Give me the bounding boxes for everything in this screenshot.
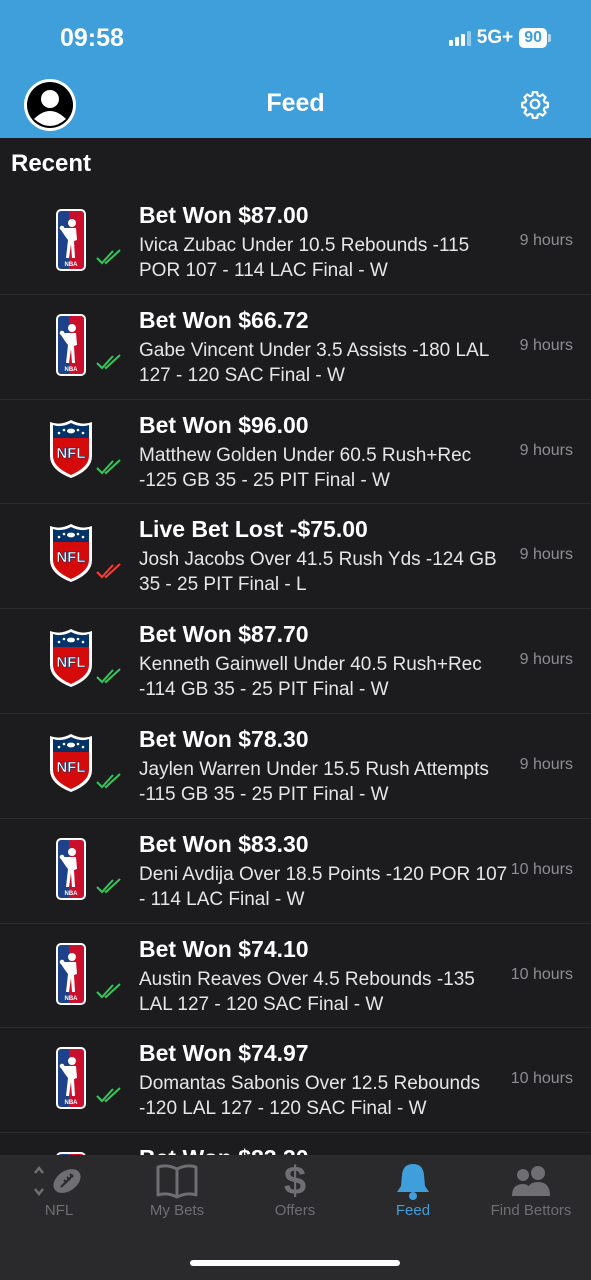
book-icon (118, 1160, 236, 1202)
tab-nfl[interactable]: NFL (0, 1160, 118, 1230)
bet-title: Bet Won $87.70 (139, 621, 309, 648)
feed-item[interactable]: NFL Bet Won $96.00 Matthew Golden Under 6… (0, 399, 591, 505)
bet-timestamp: 9 hours (519, 232, 573, 249)
feed-item[interactable]: NFL Bet Won $78.30 Jaylen Warren Under 15… (0, 713, 591, 819)
won-check-icon (96, 772, 122, 790)
svg-text:NFL: NFL (56, 759, 85, 776)
bet-description: Domantas Sabonis Over 12.5 Rebounds -120… (139, 1073, 481, 1120)
svg-text:NFL: NFL (56, 445, 85, 462)
battery-level: 90 (519, 28, 547, 48)
battery-icon: 90 (519, 28, 551, 48)
nba-logo-icon: NBA (46, 942, 96, 1008)
feed-item[interactable]: NBA Bet Won $83.30 Deni Avdija Over 18.5 … (0, 818, 591, 924)
tab-label: NFL (44, 1202, 74, 1219)
bet-title: Bet Won $83.30 (139, 830, 309, 857)
bet-title: Bet Won $74.10 (139, 935, 309, 962)
svg-text:NFL: NFL (56, 654, 85, 671)
nfl-logo-icon: NFL (46, 627, 96, 693)
bet-title: Live Bet Lost -$75.00 (139, 516, 368, 543)
won-check-icon (96, 667, 122, 685)
won-check-icon (96, 248, 122, 266)
settings-gear-icon[interactable] (520, 89, 550, 119)
won-check-icon (96, 353, 122, 371)
nba-logo-icon: NBA (46, 1046, 96, 1112)
bet-timestamp: 9 hours (519, 651, 573, 669)
won-check-icon (96, 458, 122, 476)
lost-check-icon (96, 562, 122, 580)
bet-description: Ivica Zubac Under 10.5 Rebounds -115 POR… (139, 235, 470, 281)
svg-text:NFL: NFL (56, 549, 85, 566)
feed-item[interactable]: NBA Bet Won $66.72 Gabe Vincent Under 3.5… (0, 294, 591, 400)
bet-timestamp: 10 hours (510, 965, 573, 983)
bet-description: Deni Avdija Over 18.5 Points -120 POR 10… (139, 863, 508, 910)
bet-title: Bet Won $74.97 (139, 1040, 309, 1067)
bet-title: Bet Won $87.00 (139, 202, 309, 228)
feed-item[interactable]: NBA Bet Won $74.97 Domantas Sabonis Over … (0, 1028, 591, 1134)
bet-description: Austin Reaves Over 4.5 Rebounds -135 LAL… (139, 968, 475, 1015)
feed-item[interactable]: NBA Bet Won $74.10 Austin Reaves Over 4.5… (0, 923, 591, 1029)
nfl-logo-icon: NFL (46, 522, 96, 588)
bell-icon (354, 1160, 472, 1202)
nfl-logo-icon: NFL (46, 418, 96, 484)
bet-timestamp: 10 hours (510, 1070, 573, 1088)
bet-timestamp: 9 hours (519, 336, 573, 354)
feed-item[interactable]: NFL Live Bet Lost -$75.00 Josh Jacobs Ove… (0, 504, 591, 610)
tab-my-bets[interactable]: My Bets (118, 1160, 236, 1230)
feed-list[interactable]: NBA Bet Won $87.00 Ivica Zubac Under 10.5… (0, 190, 591, 1155)
nba-logo-icon: NBA (46, 313, 96, 379)
bet-description: Jaylen Warren Under 15.5 Rush Attempts -… (139, 758, 489, 805)
tab-feed[interactable]: Feed (354, 1160, 472, 1230)
tab-label: Find Bettors (490, 1202, 572, 1219)
nfl-logo-icon: NFL (46, 732, 96, 798)
bet-title: Bet Won $66.72 (139, 306, 309, 333)
users-icon (472, 1160, 590, 1202)
page-title: Feed (266, 89, 325, 117)
app-header: 09:58 5G+ 90 Feed (0, 0, 591, 138)
dollar-icon: $ (283, 1159, 307, 1203)
svg-text:NBA: NBA (65, 1100, 79, 1106)
bet-timestamp: 10 hours (510, 860, 573, 878)
network-type: 5G+ (476, 27, 514, 48)
status-time: 09:58 (60, 24, 124, 52)
tab-label: Offers (274, 1202, 316, 1219)
bet-title: Bet Won $96.00 (139, 411, 309, 438)
section-title-recent: Recent (11, 150, 92, 177)
tab-label: Feed (395, 1202, 431, 1219)
feed-item[interactable]: NBA Bet Won $87.00 Ivica Zubac Under 10.5… (0, 190, 591, 295)
signal-icon (448, 30, 471, 46)
bet-title: Bet Won $83.30 (139, 1145, 309, 1155)
svg-text:NBA: NBA (65, 891, 79, 897)
feed-item[interactable]: NFL Bet Won $87.70 Kenneth Gainwell Under… (0, 609, 591, 714)
svg-text:NBA: NBA (65, 262, 79, 268)
nba-logo-icon: NBA (46, 837, 96, 903)
tab-find-bettors[interactable]: Find Bettors (472, 1160, 590, 1230)
bet-timestamp: 9 hours (519, 755, 573, 773)
bet-timestamp: 9 hours (519, 546, 573, 564)
bet-timestamp: 9 hours (519, 441, 573, 459)
bet-title: Bet Won $78.30 (139, 725, 309, 752)
tab-label: My Bets (149, 1202, 205, 1219)
won-check-icon (96, 982, 122, 1000)
tab-offers[interactable]: $ Offers (236, 1160, 354, 1230)
svg-text:NBA: NBA (65, 996, 79, 1002)
status-indicators: 5G+ 90 (448, 27, 551, 49)
football-icon (0, 1160, 118, 1202)
won-check-icon (96, 877, 122, 895)
bet-description: Kenneth Gainwell Under 40.5 Rush+Rec -11… (139, 654, 482, 701)
nba-logo-icon: NBA (46, 208, 96, 274)
home-indicator[interactable] (190, 1260, 400, 1266)
bet-description: Gabe Vincent Under 3.5 Assists -180 LAL … (139, 339, 489, 386)
bet-description: Matthew Golden Under 60.5 Rush+Rec -125 … (139, 444, 472, 491)
bottom-tab-bar: NFL My Bets $ Offers Feed Find Bettors (0, 1155, 591, 1280)
bet-description: Josh Jacobs Over 41.5 Rush Yds -124 GB 3… (139, 549, 497, 596)
feed-item[interactable]: NBA Bet Won $83.30 (0, 1133, 591, 1155)
won-check-icon (96, 1086, 122, 1104)
svg-text:NBA: NBA (65, 367, 79, 373)
